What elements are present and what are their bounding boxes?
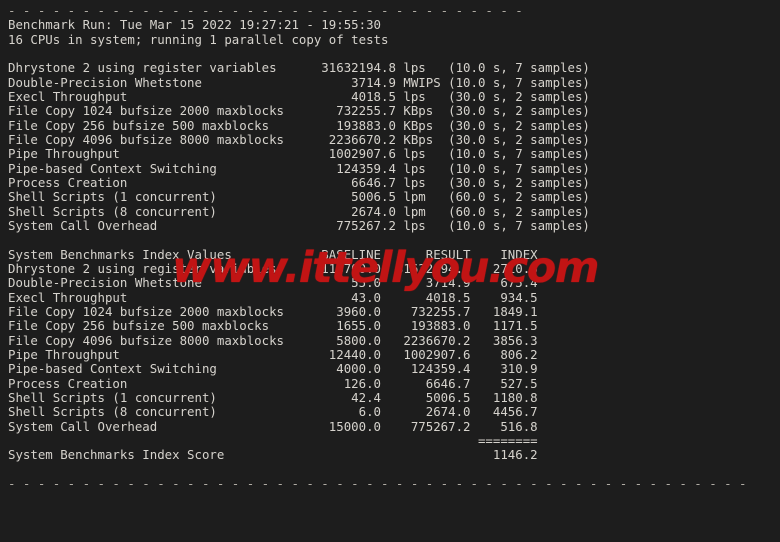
terminal-line: File Copy 256 bufsize 500 maxblocks 1938… xyxy=(8,117,590,133)
terminal-line: Pipe-based Context Switching 124359.4 lp… xyxy=(8,160,590,176)
terminal-line: System Benchmarks Index Score 1146.2 xyxy=(8,447,538,463)
terminal-line: Benchmark Run: Tue Mar 15 2022 19:27:21 … xyxy=(8,17,381,33)
terminal-line: ======== xyxy=(8,432,538,448)
terminal-line: Pipe-based Context Switching 4000.0 1243… xyxy=(8,361,538,377)
terminal-line: Double-Precision Whetstone 3714.9 MWIPS … xyxy=(8,74,590,90)
terminal-line: - - - - - - - - - - - - - - - - - - - - … xyxy=(8,475,747,491)
terminal-line: Execl Throughput 4018.5 lps (30.0 s, 2 s… xyxy=(8,88,590,104)
terminal-line: Process Creation 126.0 6646.7 527.5 xyxy=(8,375,538,391)
terminal-line: Shell Scripts (1 concurrent) 5006.5 lpm … xyxy=(8,189,590,205)
terminal-line: File Copy 4096 bufsize 8000 maxblocks 22… xyxy=(8,131,590,147)
terminal-line: Pipe Throughput 12440.0 1002907.6 806.2 xyxy=(8,346,538,362)
terminal-line: Shell Scripts (1 concurrent) 42.4 5006.5… xyxy=(8,389,538,405)
terminal-line: Execl Throughput 43.0 4018.5 934.5 xyxy=(8,289,538,305)
terminal-window: - - - - - - - - - - - - - - - - - - - - … xyxy=(0,0,780,542)
terminal-line: Process Creation 6646.7 lps (30.0 s, 2 s… xyxy=(8,174,590,190)
terminal-line: System Call Overhead 775267.2 lps (10.0 … xyxy=(8,217,590,233)
terminal-line: Pipe Throughput 1002907.6 lps (10.0 s, 7… xyxy=(8,146,590,162)
terminal-line: File Copy 4096 bufsize 8000 maxblocks 58… xyxy=(8,332,538,348)
terminal-line: File Copy 256 bufsize 500 maxblocks 1655… xyxy=(8,318,538,334)
terminal-line: - - - - - - - - - - - - - - - - - - - - … xyxy=(8,3,523,18)
terminal-line: System Benchmarks Index Values BASELINE … xyxy=(8,246,538,262)
terminal-line: System Call Overhead 15000.0 775267.2 51… xyxy=(8,418,538,434)
terminal-output: - - - - - - - - - - - - - - - - - - - - … xyxy=(8,3,780,491)
terminal-line: Shell Scripts (8 concurrent) 2674.0 lpm … xyxy=(8,203,590,219)
terminal-line: File Copy 1024 bufsize 2000 maxblocks 39… xyxy=(8,303,538,319)
terminal-line: Double-Precision Whetstone 55.0 3714.9 6… xyxy=(8,275,538,291)
terminal-line: Dhrystone 2 using register variables 116… xyxy=(8,260,538,276)
terminal-line: Dhrystone 2 using register variables 316… xyxy=(8,60,590,76)
terminal-line: File Copy 1024 bufsize 2000 maxblocks 73… xyxy=(8,103,590,119)
terminal-line: 16 CPUs in system; running 1 parallel co… xyxy=(8,31,389,47)
terminal-line: Shell Scripts (8 concurrent) 6.0 2674.0 … xyxy=(8,404,538,420)
